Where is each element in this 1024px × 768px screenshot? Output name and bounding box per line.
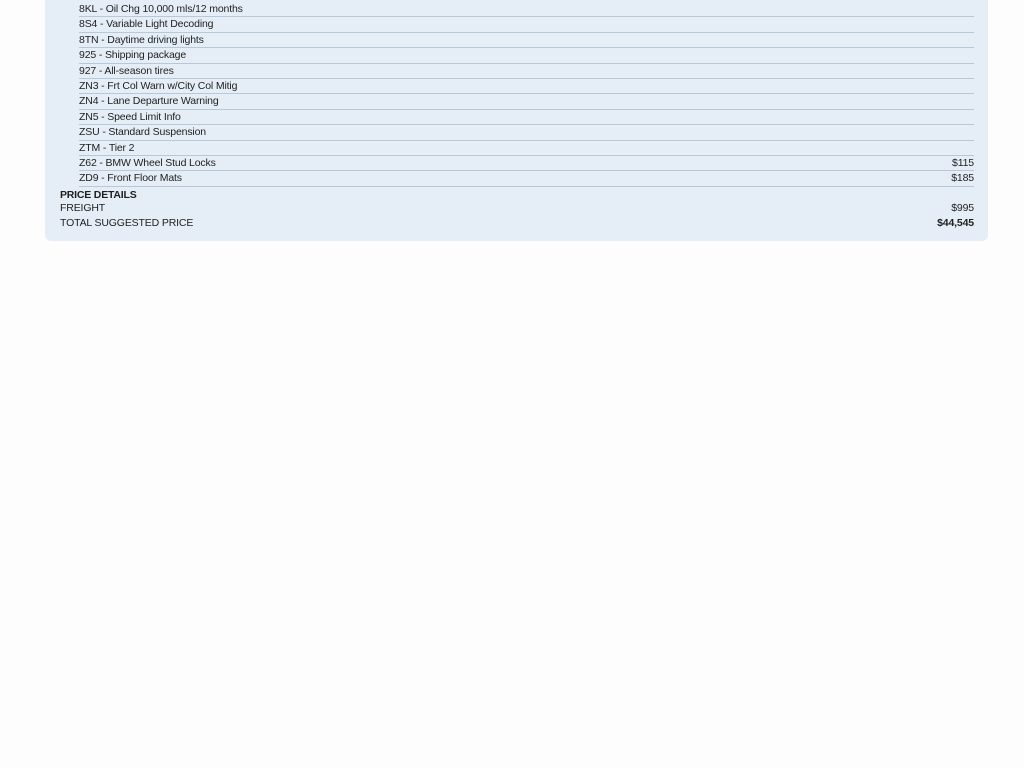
total-label: TOTAL SUGGESTED PRICE — [60, 217, 194, 229]
option-label: ZTM - Tier 2 — [79, 141, 135, 154]
total-row: TOTAL SUGGESTED PRICE $44,545 — [60, 216, 974, 231]
list-item: Z62 - BMW Wheel Stud Locks $115 — [79, 156, 974, 172]
list-item: 8S4 - Variable Light Decoding — [79, 17, 974, 33]
option-price: $185 — [951, 172, 974, 185]
list-item: 8TN - Daytime driving lights — [79, 33, 974, 49]
list-item: 8KL - Oil Chg 10,000 mls/12 months — [79, 2, 974, 18]
list-item: 927 - All-season tires — [79, 64, 974, 79]
option-price: $115 — [952, 156, 974, 169]
list-item: ZTM - Tier 2 — [79, 141, 974, 156]
option-label: Z62 - BMW Wheel Stud Locks — [79, 156, 216, 169]
freight-row: FREIGHT $995 — [60, 201, 974, 216]
option-label: 925 - Shipping package — [79, 49, 187, 62]
freight-value: $995 — [951, 202, 974, 214]
option-label: ZN4 - Lane Departure Warning — [79, 95, 219, 108]
price-details-heading: PRICE DETAILS — [60, 189, 137, 201]
option-label: ZD9 - Front Floor Mats — [79, 172, 182, 185]
list-item: 925 - Shipping package — [79, 48, 974, 64]
option-label: ZSU - Standard Suspension — [79, 126, 206, 139]
list-item: ZN4 - Lane Departure Warning — [79, 94, 974, 110]
list-item: ZSU - Standard Suspension — [79, 125, 974, 141]
total-value: $44,545 — [937, 217, 974, 229]
option-label: 927 - All-season tires — [79, 64, 174, 77]
option-label: 8TN - Daytime driving lights — [79, 33, 204, 46]
option-label: ZN3 - Frt Col Warn w/City Col Mitig — [79, 79, 238, 92]
list-item: ZN3 - Frt Col Warn w/City Col Mitig — [79, 79, 974, 95]
option-label: ZN5 - Speed Limit Info — [79, 110, 181, 123]
list-item: ZN5 - Speed Limit Info — [79, 110, 974, 126]
options-list: 8KL - Oil Chg 10,000 mls/12 months 8S4 -… — [79, 2, 974, 187]
option-label: 8S4 - Variable Light Decoding — [79, 18, 214, 31]
freight-label: FREIGHT — [60, 202, 106, 214]
option-label: 8KL - Oil Chg 10,000 mls/12 months — [79, 3, 243, 15]
list-item: ZD9 - Front Floor Mats $185 — [79, 171, 974, 187]
